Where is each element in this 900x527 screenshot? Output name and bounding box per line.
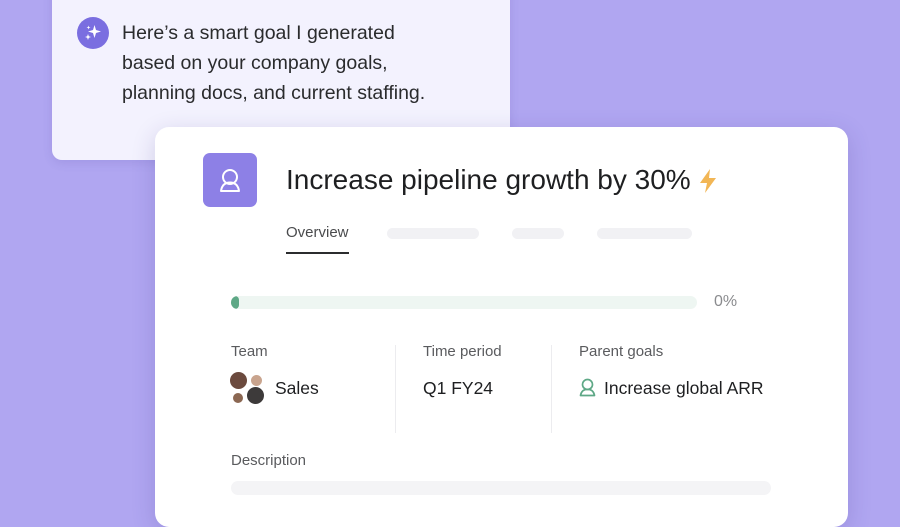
tab-placeholder[interactable] bbox=[387, 228, 479, 239]
avatar bbox=[250, 374, 263, 387]
tab-placeholder[interactable] bbox=[597, 228, 692, 239]
time-period-value[interactable]: Q1 FY24 bbox=[423, 378, 493, 399]
team-value[interactable]: Sales bbox=[275, 378, 319, 399]
team-label: Team bbox=[231, 343, 268, 360]
parent-goals-label: Parent goals bbox=[579, 343, 664, 360]
goal-person-icon bbox=[579, 377, 596, 397]
sparkle-icon bbox=[77, 17, 109, 49]
divider bbox=[395, 345, 396, 433]
progress-percent: 0% bbox=[714, 293, 738, 310]
divider bbox=[551, 345, 552, 433]
parent-goal-link[interactable]: Increase global ARR bbox=[604, 378, 764, 399]
ai-message-line: planning docs, and current staffing. bbox=[122, 82, 426, 104]
goal-person-icon bbox=[203, 153, 257, 207]
ai-message-line: based on your company goals, bbox=[122, 52, 388, 74]
ai-message-line: Here’s a smart goal I generated bbox=[122, 22, 395, 44]
description-field[interactable] bbox=[231, 481, 771, 495]
tab-overview[interactable]: Overview bbox=[286, 224, 349, 254]
progress-fill bbox=[231, 296, 239, 309]
goal-card: Increase pipeline growth by 30% Overview… bbox=[155, 127, 848, 527]
description-label: Description bbox=[231, 452, 307, 469]
time-period-label: Time period bbox=[423, 343, 502, 360]
avatar bbox=[232, 392, 244, 404]
ai-message-text: Here’s a smart goal I generated based on… bbox=[122, 18, 492, 108]
team-avatars bbox=[229, 371, 265, 407]
tab-placeholder[interactable] bbox=[512, 228, 564, 239]
lightning-bolt-icon bbox=[698, 168, 718, 194]
goal-title: Increase pipeline growth by 30% bbox=[286, 164, 691, 195]
avatar bbox=[246, 386, 265, 405]
progress-bar bbox=[231, 296, 697, 309]
avatar bbox=[229, 371, 248, 390]
